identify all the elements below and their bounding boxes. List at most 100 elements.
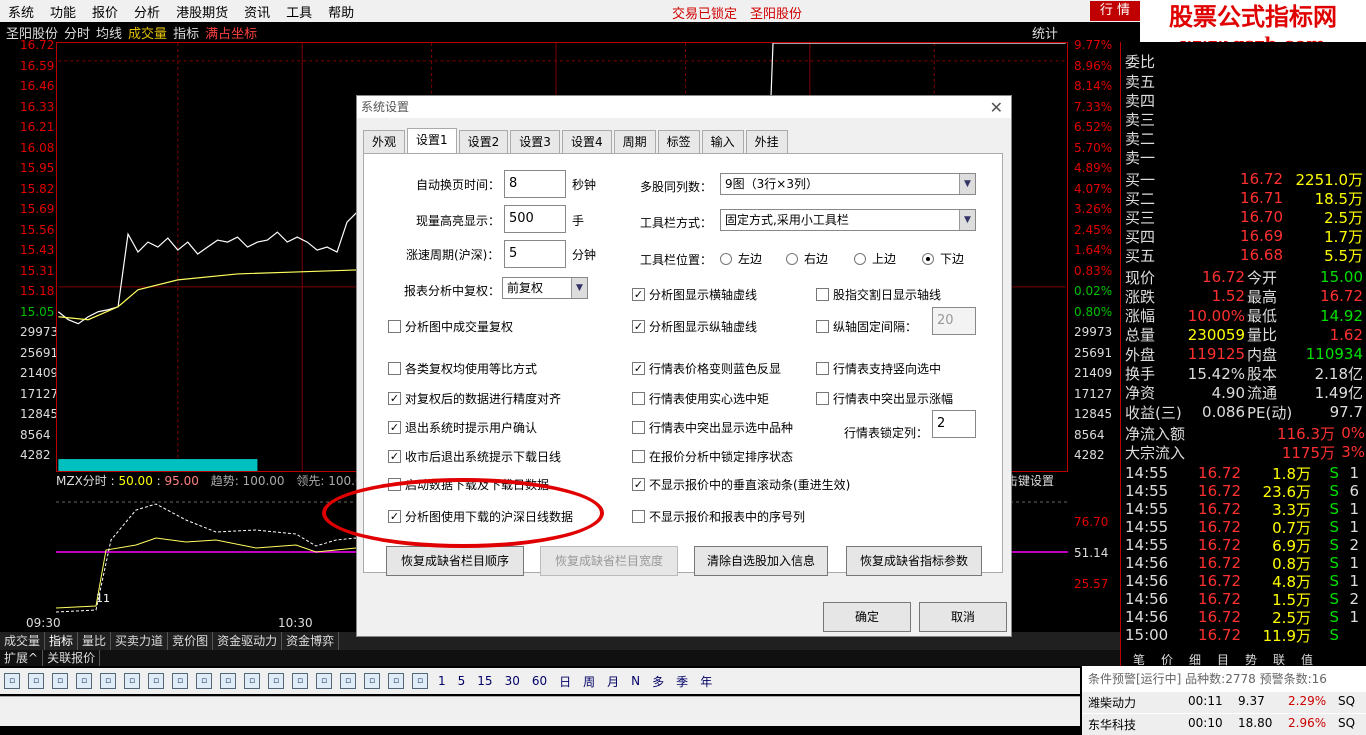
tab-capital-drive[interactable]: 资金驱动力 [213,632,283,650]
checkbox-box[interactable]: ✓ [388,421,401,434]
toolbar-icon[interactable]: ▫ [412,673,428,689]
toolbar-icon[interactable]: ▫ [340,673,356,689]
tab-dialog[interactable]: 设置3 [510,130,560,154]
cancel-button[interactable]: 取消 [919,602,1007,632]
setting-checkbox[interactable]: 行情表中突出显示涨幅 [816,390,953,407]
toolbar-pos-left[interactable]: 左边 [720,250,762,267]
tab-dialog[interactable]: 周期 [613,130,656,154]
toolbar-icon[interactable]: ▫ [292,673,308,689]
setting-checkbox[interactable]: ✓ 退出系统时提示用户确认 [388,419,537,436]
setting-checkbox[interactable]: 在报价分析中锁定排序状态 [632,448,793,465]
right-tab[interactable]: 目 [1209,651,1237,668]
axis-interval-input[interactable]: 20 [932,307,976,335]
checkbox-box[interactable] [816,392,829,405]
toolbar-icon[interactable]: ▫ [28,673,44,689]
checkbox-box[interactable] [816,362,829,375]
chart-opt-fullscale[interactable]: 满占坐标 [205,23,257,42]
toolbar-icon[interactable]: ▫ [244,673,260,689]
tab-buysell-force[interactable]: 买卖力道 [111,632,169,650]
setting-checkbox[interactable]: ✓ 对复权后的数据进行精度对齐 [388,390,561,407]
menu-quote[interactable]: 报价 [84,2,126,21]
setting-checkbox[interactable]: ✓ 行情表价格变则蓝色反显 [632,360,781,377]
period-button[interactable]: 月 [607,673,619,690]
menu-function[interactable]: 功能 [42,2,84,21]
expand-button[interactable]: 扩展^ [0,650,44,666]
tab-volume-ratio[interactable]: 量比 [78,632,112,650]
setting-checkbox[interactable]: ✓ 不显示报价中的垂直滚动条(重进生效) [632,476,850,493]
ok-button[interactable]: 确定 [823,602,911,632]
alert-row[interactable]: 东华科技 00:10 18.80 2.96% SQ [1082,714,1366,735]
setting-checkbox[interactable]: 股指交割日显示轴线 [816,286,941,303]
period-button[interactable]: 15 [477,674,492,688]
tab-dialog[interactable]: 设置2 [458,130,509,154]
setting-checkbox[interactable]: 分析图中成交量复权 [388,318,513,335]
tab-dialog[interactable]: 设置1 [407,128,457,153]
tab-dialog[interactable]: 输入 [701,130,744,154]
lock-col-input[interactable]: 2 [932,410,976,438]
quote-button[interactable]: 行 情 [1090,1,1140,21]
period-button[interactable]: 30 [505,674,520,688]
right-tab[interactable]: 值 [1293,651,1321,668]
alert-row[interactable]: 潍柴动力 00:11 9.37 2.29% SQ [1082,692,1366,713]
toolbar-icon[interactable]: ▫ [100,673,116,689]
clear-watchlist-info-button[interactable]: 清除自选股加入信息 [694,546,828,576]
checkbox-box[interactable] [632,392,645,405]
tab-capital-game[interactable]: 资金博弈 [282,632,340,650]
checkbox-box[interactable]: ✓ [632,478,645,491]
setting-checkbox[interactable]: ✓ 分析图显示纵轴虚线 [632,318,757,335]
toolbar-pos-right[interactable]: 右边 [786,250,828,267]
toolbar-icon[interactable]: ▫ [172,673,188,689]
setting-checkbox[interactable]: 行情表支持竖向选中 [816,360,941,377]
toolbar-icon[interactable]: ▫ [52,673,68,689]
checkbox-box[interactable] [632,421,645,434]
setting-checkbox[interactable]: 各类复权均使用等比方式 [388,360,537,377]
highlight-input[interactable]: 500 [504,205,566,233]
chart-stat-label[interactable]: 统计 [1032,23,1058,42]
toolbar-icon[interactable]: ▫ [388,673,404,689]
right-tab[interactable]: 价 [1153,651,1181,668]
setting-checkbox[interactable]: 行情表中突出显示选中品种 [632,419,793,436]
period-button[interactable]: 年 [700,673,712,690]
toolbar-icon[interactable]: ▫ [220,673,236,689]
report-adjust-select[interactable]: 前复权 ▼ [502,277,588,299]
toolbar-icon[interactable]: ▫ [364,673,380,689]
setting-checkbox[interactable]: 不显示报价和报表中的序号列 [632,508,805,525]
tab-auction[interactable]: 竞价图 [168,632,214,650]
right-tab[interactable]: 笔 [1125,651,1153,668]
setting-checkbox[interactable]: 行情表使用实心选中矩 [632,390,769,407]
toolbar-icon[interactable]: ▫ [316,673,332,689]
menu-analysis[interactable]: 分析 [126,2,168,21]
right-tab[interactable]: 势 [1237,651,1265,668]
checkbox-box[interactable]: ✓ [632,288,645,301]
right-tab[interactable]: 联 [1265,651,1293,668]
toolbar-icon[interactable]: ▫ [124,673,140,689]
menu-hk-futures[interactable]: 港股期货 [168,2,236,21]
period-button[interactable]: 5 [458,674,466,688]
setting-checkbox[interactable]: ✓ 收市后退出系统提示下载日线 [388,448,561,465]
checkbox-box[interactable] [632,510,645,523]
tab-dialog[interactable]: 标签 [657,130,700,154]
period-button[interactable]: 季 [676,673,688,690]
tab-dialog[interactable]: 外观 [363,130,406,154]
checkbox-box[interactable] [388,320,401,333]
chart-opt-volume[interactable]: 成交量 [128,23,167,42]
checkbox-box[interactable] [388,362,401,375]
checkbox-box[interactable]: ✓ [388,450,401,463]
toolbar-mode-select[interactable]: 固定方式,采用小工具栏 ▼ [720,209,976,231]
toolbar-pos-bottom[interactable]: 下边 [922,250,964,267]
menu-tools[interactable]: 工具 [278,2,320,21]
period-button[interactable]: 周 [583,673,595,690]
period-button[interactable]: 日 [559,673,571,690]
tab-indicator[interactable]: 指标 [45,632,79,650]
checkbox-box[interactable]: ✓ [632,320,645,333]
right-tab[interactable]: 细 [1181,651,1209,668]
chart-opt-timeshare[interactable]: 分时 [64,23,90,42]
setting-checkbox[interactable]: ✓ 分析图显示横轴虚线 [632,286,757,303]
toolbar-icon[interactable]: ▫ [76,673,92,689]
multi-stock-select[interactable]: 9图（3行×3列） ▼ [720,173,976,195]
toolbar-pos-top[interactable]: 上边 [854,250,896,267]
toolbar-icon[interactable]: ▫ [148,673,164,689]
period-button[interactable]: N [631,674,640,688]
toolbar-icon[interactable]: ▫ [196,673,212,689]
menu-news[interactable]: 资讯 [236,2,278,21]
